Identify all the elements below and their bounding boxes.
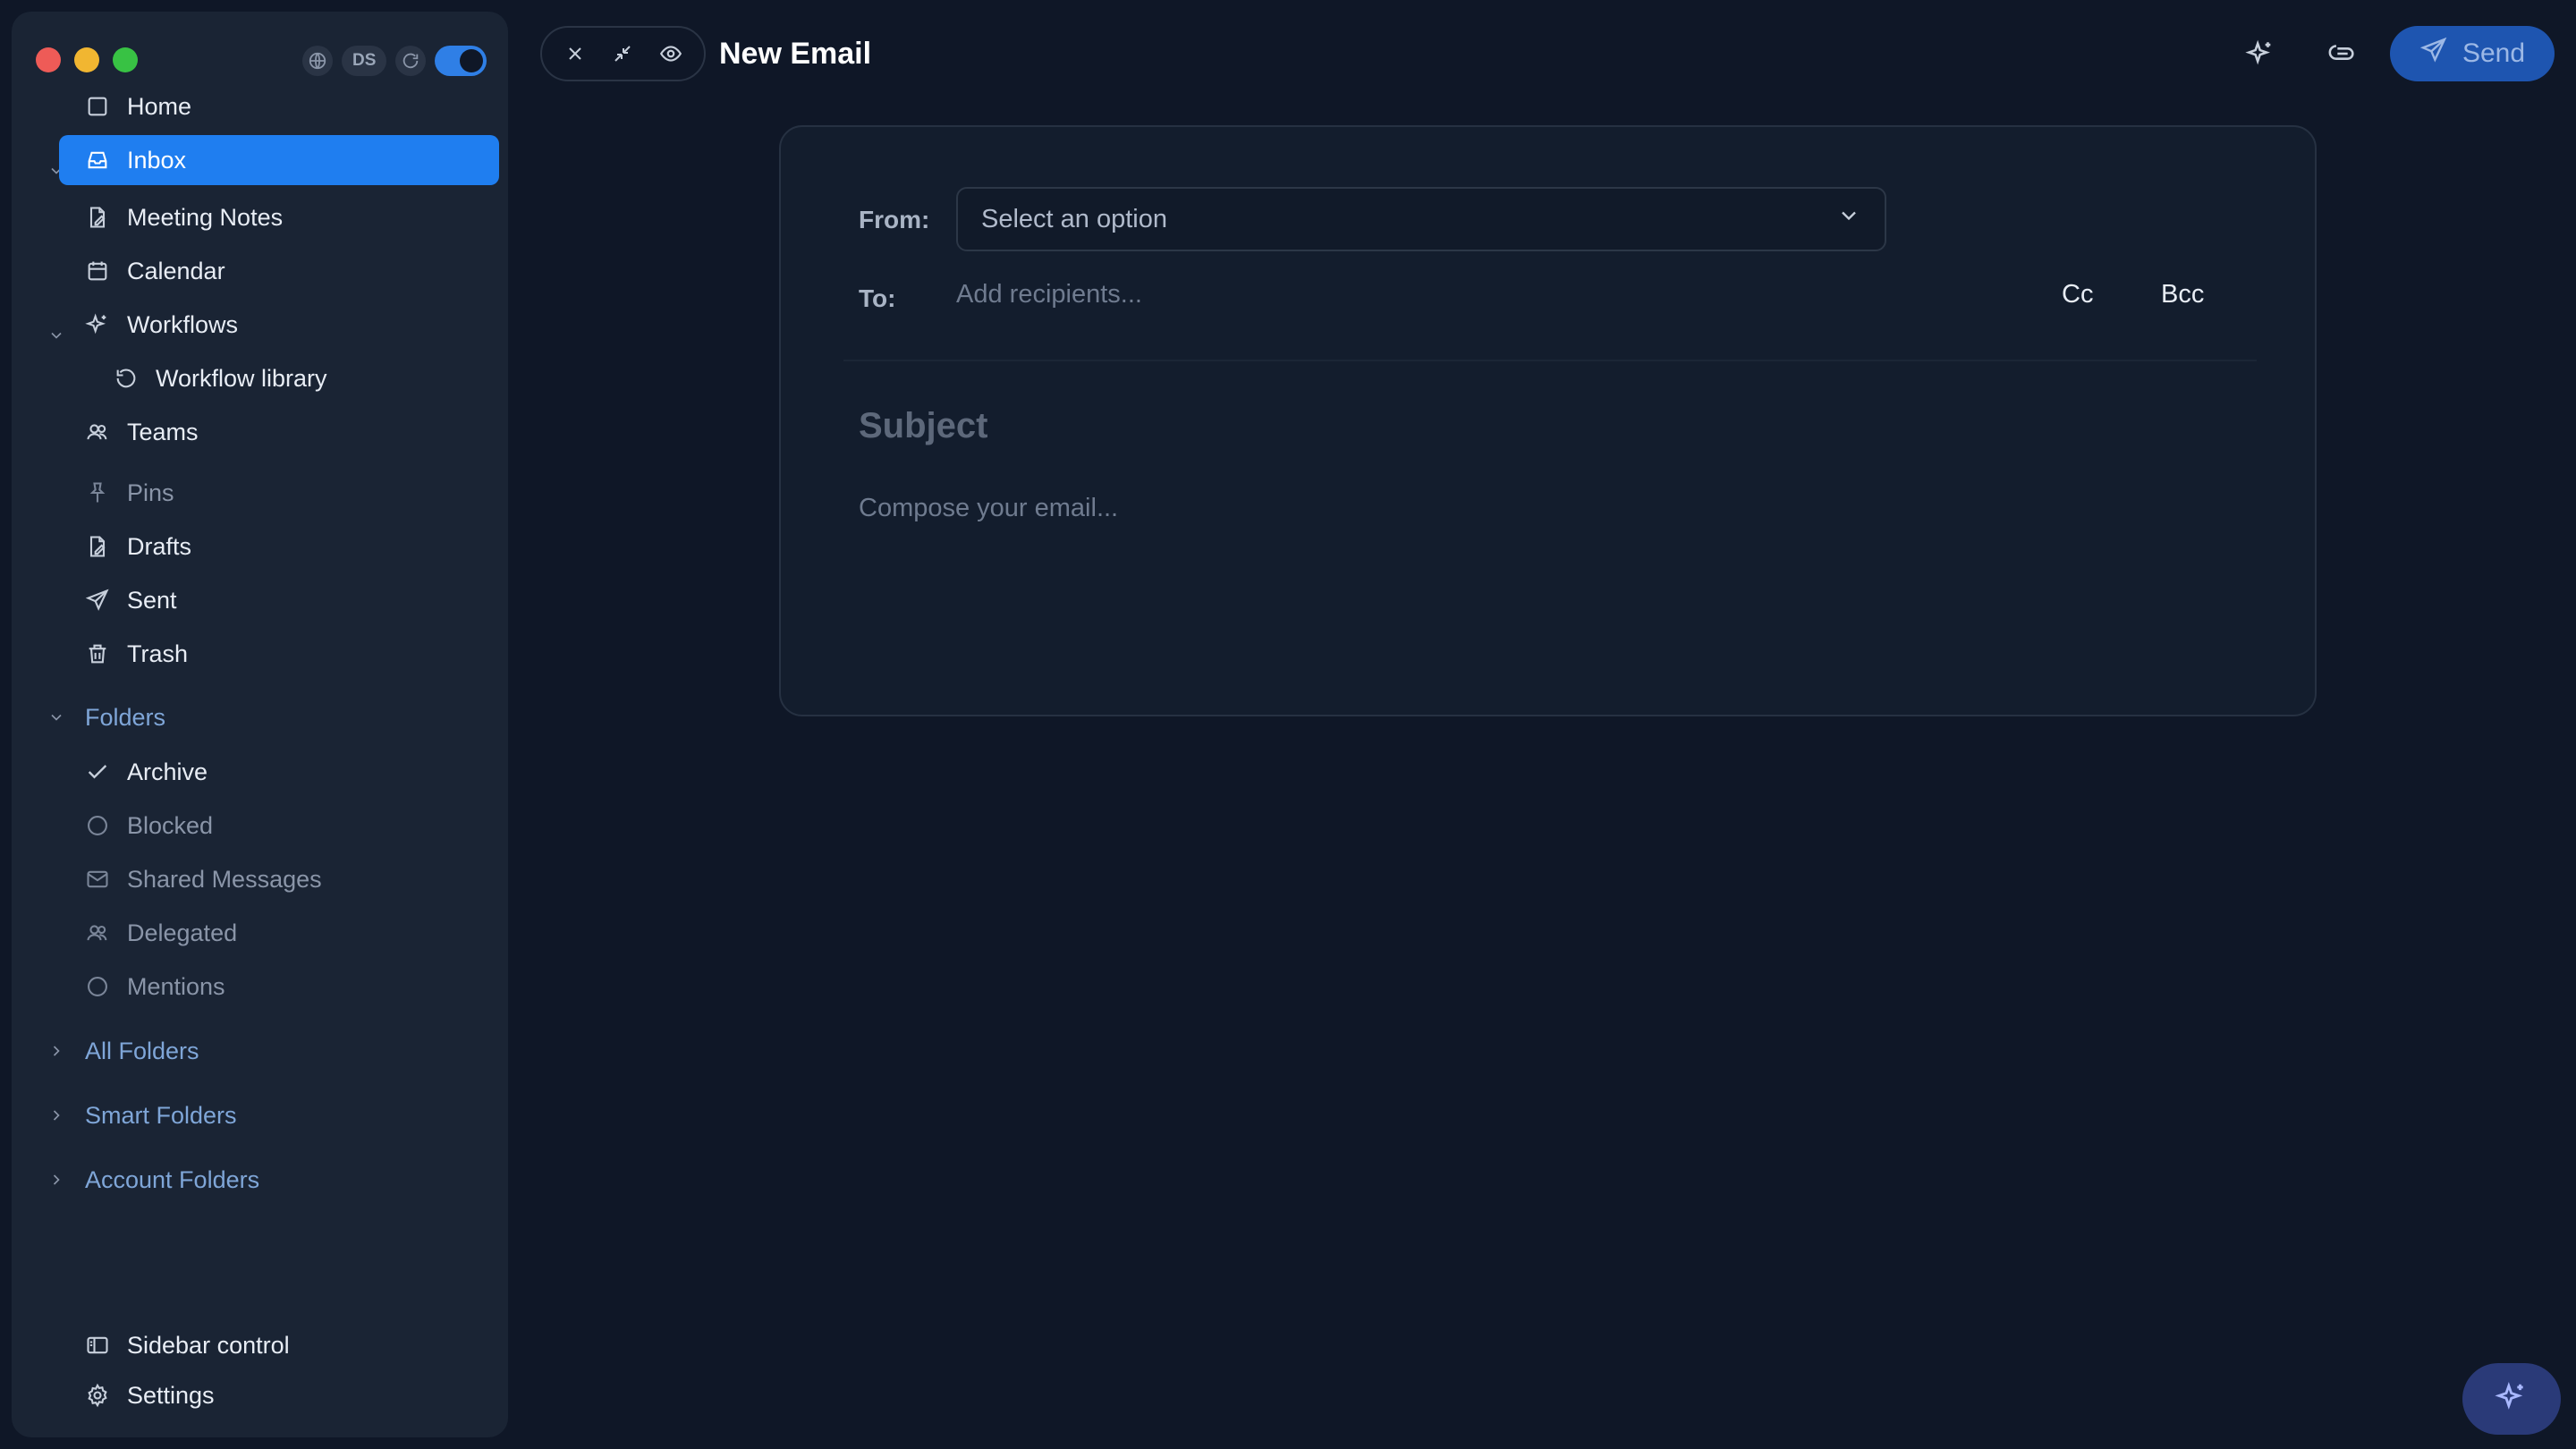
section-all-folders[interactable]: All Folders [85, 1033, 199, 1069]
sidebar-item-blocked[interactable]: Blocked [59, 801, 499, 851]
calendar-icon [83, 257, 112, 285]
sidebar-item-label: Sidebar control [127, 1331, 290, 1359]
check-icon [83, 758, 112, 786]
sidebar-item-teams[interactable]: Teams [59, 407, 499, 457]
sidebar-item-label: Archive [127, 758, 208, 785]
sidebar-item-label: Delegated [127, 919, 238, 946]
chevron-right-icon[interactable] [46, 1105, 67, 1126]
gear-icon [83, 1381, 112, 1410]
ai-assistant-button[interactable] [2462, 1363, 2561, 1435]
chevron-down-icon[interactable] [46, 707, 67, 728]
sidebar-item-trash[interactable]: Trash [59, 629, 499, 679]
draft-icon [83, 532, 112, 561]
body-editor[interactable]: Compose your email... [859, 494, 1118, 523]
close-window-button[interactable] [36, 47, 61, 72]
sidebar-item-calendar[interactable]: Calendar [59, 246, 499, 296]
mail-icon [83, 865, 112, 894]
pin-icon [83, 479, 112, 507]
attachment-icon[interactable] [2321, 32, 2364, 75]
divider [843, 360, 2257, 361]
close-icon[interactable] [557, 36, 593, 72]
sidebar-item-label: Mentions [127, 972, 225, 1000]
to-recipients-input[interactable] [956, 275, 1940, 314]
sidebar-item-label: Drafts [127, 532, 192, 560]
minimize-window-button[interactable] [74, 47, 99, 72]
sidebar-item-label: Calendar [127, 257, 225, 284]
sidebar-item-label: Meeting Notes [127, 203, 284, 231]
sidebar-item-label: Home [127, 92, 192, 120]
settings-button[interactable]: Settings [59, 1370, 499, 1420]
sidebar-item-drafts[interactable]: Drafts [59, 521, 499, 572]
sparkle-icon [2495, 1380, 2529, 1419]
sidebar-item-label: Workflows [127, 310, 239, 338]
eye-icon[interactable] [653, 36, 689, 72]
sidebar-item-label: Pins [127, 479, 174, 506]
sidebar-item-inbox[interactable]: Inbox [59, 135, 499, 185]
sidebar-item-label: Workflow library [156, 364, 327, 392]
sidebar-item-workflows[interactable]: Workflows [59, 300, 499, 350]
sidebar-item-sent[interactable]: Sent [59, 575, 499, 625]
cc-button[interactable]: Cc [2062, 275, 2093, 314]
sidebar-item-label: Settings [127, 1381, 215, 1409]
send-button[interactable]: Send [2390, 26, 2555, 81]
sidebar-item-label: Blocked [127, 811, 214, 839]
from-select-value: Select an option [981, 204, 1167, 233]
from-label: From: [859, 206, 930, 233]
users-icon [83, 418, 112, 446]
sidebar-icon [83, 1331, 112, 1360]
circle-icon [83, 811, 112, 840]
sidebar-item-delegated[interactable]: Delegated [59, 908, 499, 958]
chevron-down-icon [1836, 203, 1861, 235]
sidebar-item-label: Sent [127, 586, 177, 614]
sidebar-top-controls: DS [302, 46, 487, 76]
ai-assist-icon[interactable] [2239, 32, 2282, 75]
home-icon [83, 92, 112, 121]
users-icon [83, 919, 112, 947]
sidebar-item-pins[interactable]: Pins [59, 468, 499, 518]
chevron-right-icon[interactable] [46, 1040, 67, 1062]
circle-icon [83, 972, 112, 1001]
history-icon [112, 364, 140, 393]
sidebar-item-workflow-library[interactable]: Workflow library [88, 353, 499, 403]
compose-window-controls [540, 26, 706, 81]
user-badge[interactable]: DS [342, 46, 387, 76]
minimize-icon[interactable] [605, 36, 640, 72]
send-icon [2419, 36, 2448, 72]
sidebar-item-archive[interactable]: Archive [59, 747, 499, 797]
refresh-icon[interactable] [395, 46, 427, 76]
section-smart-folders[interactable]: Smart Folders [85, 1097, 237, 1133]
globe-icon[interactable] [302, 46, 333, 76]
zoom-window-button[interactable] [113, 47, 138, 72]
sidebar: DS Home Inbox Meeting Notes Calendar Wor… [12, 12, 508, 1437]
sidebar-item-label: Shared Messages [127, 865, 322, 893]
sparkle-icon [83, 310, 112, 339]
send-label: Send [2462, 38, 2526, 68]
inbox-icon [83, 146, 112, 174]
page-title: New Email [719, 36, 872, 71]
sidebar-item-home[interactable]: Home [59, 81, 499, 131]
section-folders[interactable]: Folders [85, 699, 165, 735]
subject-input[interactable]: Subject [859, 406, 987, 446]
section-account-folders[interactable]: Account Folders [85, 1162, 259, 1198]
from-select[interactable]: Select an option [956, 187, 1886, 251]
sidebar-item-label: Trash [127, 640, 189, 667]
chevron-right-icon[interactable] [46, 1169, 67, 1191]
trash-icon [83, 640, 112, 668]
sidebar-toggle-switch[interactable] [435, 46, 487, 76]
sidebar-item-shared-messages[interactable]: Shared Messages [59, 854, 499, 904]
sidebar-item-label: Inbox [127, 146, 187, 174]
compose-card: From: Select an option To: Cc Bcc Subjec… [779, 125, 2317, 716]
sidebar-item-meeting-notes[interactable]: Meeting Notes [59, 192, 499, 242]
note-icon [83, 203, 112, 232]
sidebar-control-button[interactable]: Sidebar control [59, 1320, 499, 1370]
send-icon [83, 586, 112, 614]
to-label: To: [859, 284, 896, 312]
sidebar-item-mentions[interactable]: Mentions [59, 962, 499, 1012]
sidebar-item-label: Teams [127, 418, 199, 445]
bcc-button[interactable]: Bcc [2161, 275, 2204, 314]
